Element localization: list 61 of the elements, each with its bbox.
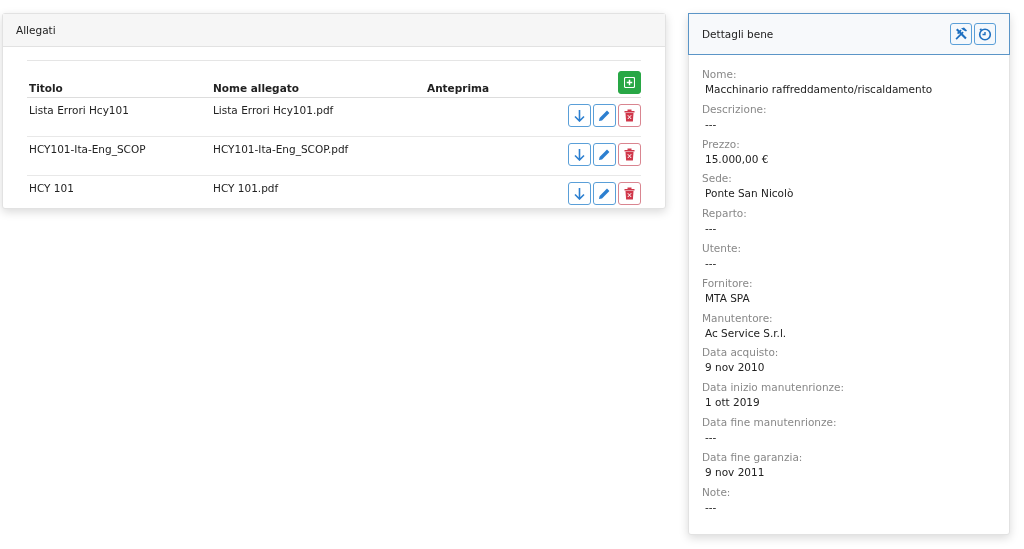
column-header: Anteprima xyxy=(425,60,527,98)
tools-icon xyxy=(954,27,968,41)
table-cell: HCY101-Ita-Eng_SCOP.pdf xyxy=(211,136,425,176)
plus-icon xyxy=(624,77,635,88)
table-cell: Lista Errori Hcy101.pdf xyxy=(211,97,425,137)
field-label: Data fine garanzia: xyxy=(702,450,804,463)
field-value: --- xyxy=(704,500,718,513)
column-header: Titolo xyxy=(27,60,211,98)
pencil-icon xyxy=(598,187,611,200)
field-value: MTA SPA xyxy=(704,291,751,304)
field-value: Macchinario raffreddamento/riscaldamento xyxy=(704,83,934,95)
table-cell: HCY 101.pdf xyxy=(211,175,425,214)
add-button[interactable] xyxy=(618,71,641,94)
field-label: Data acquisto: xyxy=(702,346,780,359)
delete-button[interactable] xyxy=(618,104,641,127)
delete-button[interactable] xyxy=(618,143,641,166)
field-label: Prezzo: xyxy=(702,137,741,150)
field-label: Manutentore: xyxy=(702,311,774,324)
field-label: Note: xyxy=(702,485,732,498)
field-value: 15.000,00 € xyxy=(704,152,770,165)
field-value: Ac Service S.r.l. xyxy=(704,326,788,339)
card-title: Dettagli bene xyxy=(702,28,774,40)
down-arrow-icon xyxy=(574,148,585,161)
down-arrow-icon xyxy=(574,109,585,122)
maintenance-button[interactable] xyxy=(950,23,972,45)
field-value: 9 nov 2011 xyxy=(704,465,766,478)
trash-icon xyxy=(624,109,635,122)
stopwatch-icon xyxy=(978,27,992,41)
pencil-icon xyxy=(598,109,611,122)
field-value: --- xyxy=(704,257,718,269)
field-label: Fornitore: xyxy=(702,276,754,289)
pencil-icon xyxy=(598,148,611,161)
timer-button[interactable] xyxy=(974,23,996,45)
download-button[interactable] xyxy=(568,104,591,127)
field-value: 9 nov 2010 xyxy=(704,361,766,374)
trash-icon xyxy=(624,148,635,161)
field-label: Nome: xyxy=(702,68,738,80)
card-title: Allegati xyxy=(16,24,56,36)
table-cell: HCY 101 xyxy=(27,175,211,214)
field-label: Utente: xyxy=(702,242,743,254)
edit-button[interactable] xyxy=(593,143,616,166)
field-label: Data inizio manutenrionze: xyxy=(702,381,846,394)
field-value: --- xyxy=(704,222,718,235)
download-button[interactable] xyxy=(568,143,591,166)
field-value: --- xyxy=(704,117,718,130)
edit-button[interactable] xyxy=(593,104,616,127)
delete-button[interactable] xyxy=(618,182,641,205)
field-value: --- xyxy=(704,430,718,443)
edit-button[interactable] xyxy=(593,182,616,205)
trash-icon xyxy=(624,187,635,200)
field-value: Ponte San Nicolò xyxy=(704,187,795,200)
field-label: Descrizione: xyxy=(702,102,768,115)
download-button[interactable] xyxy=(568,182,591,205)
table-cell: HCY101-Ita-Eng_SCOP xyxy=(27,136,211,176)
column-header: Nome allegato xyxy=(211,60,425,98)
field-value: 1 ott 2019 xyxy=(704,396,761,409)
field-label: Sede: xyxy=(702,172,733,185)
field-label: Reparto: xyxy=(702,207,748,220)
table-cell: Lista Errori Hcy101 xyxy=(27,97,211,137)
field-label: Data fine manutenrionze: xyxy=(702,415,838,428)
down-arrow-icon xyxy=(574,187,585,200)
